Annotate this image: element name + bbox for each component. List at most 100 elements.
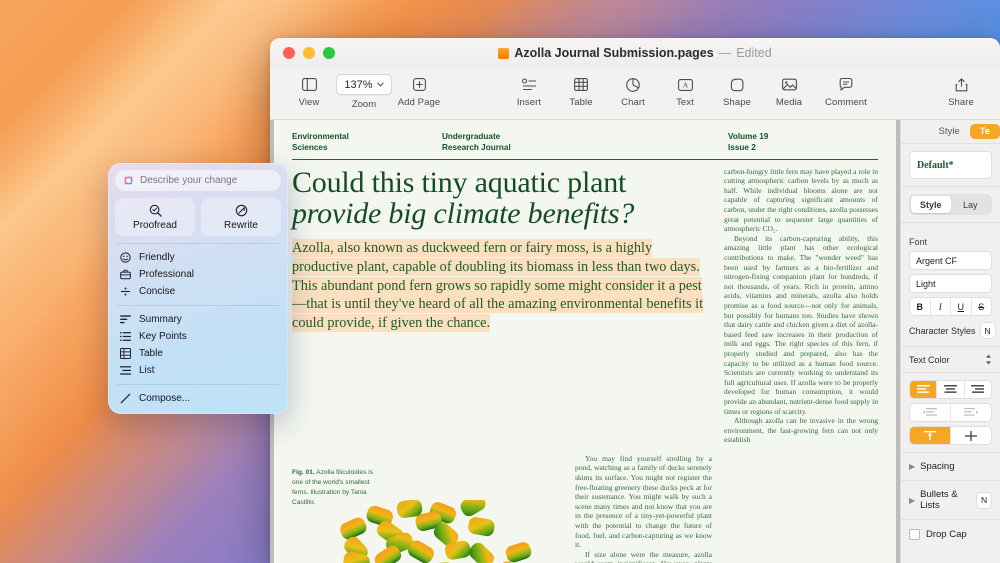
azolla-illustration[interactable] (292, 499, 564, 563)
align-left-button[interactable] (910, 381, 938, 398)
segment-style[interactable]: Style (911, 196, 951, 213)
view-button[interactable]: View (284, 72, 334, 110)
app-toolbar: View 137% Zoom Add Page Insert Table Cha… (270, 68, 1000, 120)
writing-tools-item-key-points[interactable]: Key Points (115, 328, 281, 345)
align-middle-button[interactable] (951, 427, 991, 444)
masthead-middle-line1: Undergraduate (442, 132, 501, 141)
writing-tools-item-summary[interactable]: Summary (115, 311, 281, 328)
bullets-lists-select[interactable]: N (976, 491, 992, 509)
horizontal-alignment-buttons[interactable] (909, 380, 992, 399)
character-styles-row: Character Styles N (909, 322, 996, 339)
font-family-select[interactable]: Argent CF (909, 251, 992, 270)
underline-button[interactable]: U (951, 298, 972, 315)
shape-button[interactable]: Shape (712, 72, 762, 108)
friendly-label: Friendly (139, 252, 175, 263)
lede-paragraph[interactable]: Azolla, also known as duckweed fern or f… (292, 239, 712, 333)
segment-layout[interactable]: Lay (951, 196, 991, 213)
minimize-button[interactable] (303, 47, 315, 59)
bold-button[interactable]: B (910, 298, 931, 315)
drop-cap-row[interactable]: Drop Cap (901, 520, 1000, 549)
table-button[interactable]: Table (556, 72, 606, 108)
headline-line-2: provide big climate benefits? (292, 197, 635, 231)
add-page-button[interactable]: Add Page (394, 72, 444, 110)
right-col-paragraph-1: carbon-hungry little fern may have playe… (724, 166, 878, 234)
azolla-illustration-svg (340, 499, 532, 563)
concise-label: Concise (139, 286, 176, 297)
close-button[interactable] (283, 47, 295, 59)
character-styles-select[interactable]: N (979, 322, 996, 339)
updown-arrows-icon (985, 354, 992, 365)
view-icon (301, 75, 317, 94)
pencil-icon (119, 393, 131, 404)
italic-button[interactable]: I (931, 298, 951, 315)
paragraph-style-section: Default* (901, 144, 1000, 187)
paragraph-style-field[interactable]: Default* (909, 151, 992, 179)
lede-highlighted-text: Azolla, also known as duckweed fern or f… (292, 239, 704, 333)
writing-tools-item-friendly[interactable]: Friendly (115, 249, 281, 266)
writing-tools-item-compose[interactable]: Compose... (115, 390, 281, 407)
spacing-label: Spacing (920, 461, 955, 472)
text-color-row[interactable]: Text Color (909, 354, 992, 365)
mid-col-paragraph-1: You may find yourself strolling by a pon… (575, 453, 712, 550)
tab-text[interactable]: Te (969, 124, 1000, 139)
insert-label: Insert (516, 97, 542, 108)
comment-button[interactable]: Comment (816, 72, 876, 108)
vertical-alignment-buttons[interactable] (909, 426, 992, 445)
proofread-button[interactable]: Proofread (115, 198, 195, 236)
headline-line-1: Could this tiny aquatic plant (292, 165, 627, 199)
add-page-label: Add Page (397, 97, 441, 108)
masthead-right: Volume 19 Issue 2 (728, 132, 878, 154)
chart-icon (626, 75, 640, 94)
text-button[interactable]: A Text (660, 72, 710, 108)
increase-indent-button[interactable] (951, 404, 991, 421)
tab-style[interactable]: Style (928, 124, 969, 139)
proofread-label: Proofread (133, 219, 177, 231)
document-title: Azolla Journal Submission.pages (514, 46, 714, 60)
font-section: Font Argent CF Light B I U S Character S… (901, 223, 1000, 347)
bullets-lists-disclosure[interactable]: ▶ Bullets & Lists N (901, 481, 1000, 520)
writing-tools-item-table[interactable]: Table (115, 345, 281, 362)
window-title-group: Azolla Journal Submission.pages — Edited (270, 46, 1000, 60)
rewrite-button[interactable]: Rewrite (201, 198, 281, 236)
writing-tools-item-professional[interactable]: Professional (115, 266, 281, 283)
maximize-button[interactable] (323, 47, 335, 59)
share-button[interactable]: Share (936, 72, 986, 108)
font-weight-select[interactable]: Light (909, 274, 992, 293)
summary-icon (119, 315, 131, 324)
zoom-chip[interactable]: 137% (336, 74, 392, 95)
decrease-indent-button[interactable] (910, 404, 951, 421)
masthead-right-line2: Issue 2 (728, 142, 756, 152)
apple-intelligence-icon (123, 175, 134, 186)
align-right-button[interactable] (965, 381, 991, 398)
font-style-buttons[interactable]: B I U S (909, 297, 992, 316)
zoom-control[interactable]: 137% Zoom (336, 72, 392, 110)
media-button[interactable]: Media (764, 72, 814, 108)
chart-button[interactable]: Chart (608, 72, 658, 108)
document-middle-column: You may find yourself strolling by a pon… (575, 454, 712, 563)
indent-buttons[interactable] (909, 403, 992, 422)
writing-tools-item-list[interactable]: List (115, 362, 281, 379)
masthead-middle-line2: Research Journal (442, 142, 511, 152)
masthead-middle: Undergraduate Research Journal (442, 132, 592, 154)
figure-block: Fig. 01. Azolla filiculoides is one of t… (292, 454, 564, 563)
strikethrough-button[interactable]: S (972, 298, 992, 315)
writing-tools-popup[interactable]: Describe your change Proofread Rewrite F… (108, 163, 294, 414)
table-icon (119, 348, 131, 359)
describe-change-placeholder: Describe your change (140, 175, 238, 186)
drop-cap-checkbox[interactable] (909, 529, 920, 540)
masthead-left-line2: Sciences (292, 142, 328, 152)
insert-button[interactable]: Insert (504, 72, 554, 108)
document-canvas[interactable]: Environmental Sciences Undergraduate Res… (270, 120, 900, 563)
align-center-button[interactable] (937, 381, 965, 398)
font-weight-value: Light (916, 278, 936, 289)
align-top-button[interactable] (910, 427, 951, 444)
summary-label: Summary (139, 314, 182, 325)
style-layout-segmented[interactable]: Style Lay (909, 194, 992, 215)
document-page[interactable]: Environmental Sciences Undergraduate Res… (274, 120, 896, 563)
divider-1 (117, 243, 279, 244)
describe-change-input[interactable]: Describe your change (115, 170, 281, 191)
masthead-left: Environmental Sciences (292, 132, 442, 154)
writing-tools-item-concise[interactable]: Concise (115, 283, 281, 300)
document-columns: Could this tiny aquatic plant provide bi… (292, 165, 878, 445)
spacing-disclosure[interactable]: ▶ Spacing (901, 453, 1000, 481)
